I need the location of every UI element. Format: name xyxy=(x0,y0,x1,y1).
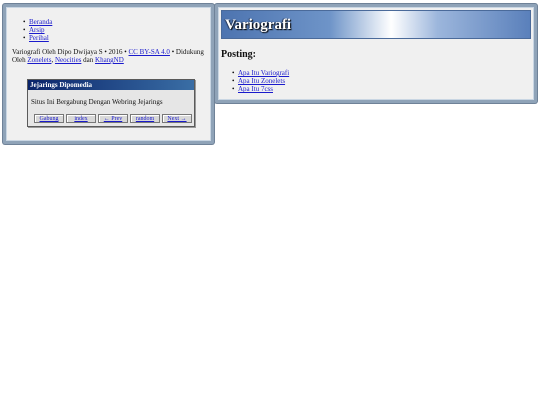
footer-prefix: Variografi Oleh Dipo Dwijaya S • 2016 • xyxy=(12,48,129,56)
webring-box: Jejarings Dipomedia Situs Ini Bergabung … xyxy=(27,79,195,127)
license-link[interactable]: CC BY-SA 4.0 xyxy=(129,48,170,56)
footer-credits: Variografi Oleh Dipo Dwijaya S • 2016 • … xyxy=(12,48,210,64)
page-title: Variografi xyxy=(225,17,292,33)
section-heading: Posting: xyxy=(221,49,256,60)
webring-prev-button[interactable]: ← Prev xyxy=(98,114,128,123)
nav-list: Beranda Arsip Perihal xyxy=(23,18,52,42)
title-banner: Variografi xyxy=(221,10,531,39)
nav-item-beranda: Beranda xyxy=(23,18,52,26)
khangnd-link[interactable]: KhangND xyxy=(95,56,124,64)
main-window: Variografi Posting: Apa Itu Variografi A… xyxy=(215,4,537,103)
webring-index-button[interactable]: index xyxy=(66,114,96,123)
nav-link-perihal[interactable]: Perihal xyxy=(29,34,49,42)
webring-index-link[interactable]: index xyxy=(74,116,87,122)
webring-next-button[interactable]: Next → xyxy=(162,114,192,123)
webring-title: Jejarings Dipomedia xyxy=(28,80,194,90)
webring-random-button[interactable]: random xyxy=(130,114,160,123)
sidebar-window: Beranda Arsip Perihal Variografi Oleh Di… xyxy=(3,4,214,144)
post-link-zonelets[interactable]: Apa Itu Zonelets xyxy=(238,77,285,85)
nav-link-arsip[interactable]: Arsip xyxy=(29,26,45,34)
post-link-variografi[interactable]: Apa Itu Variografi xyxy=(238,69,289,77)
nav-item-perihal: Perihal xyxy=(23,34,52,42)
post-link-7css[interactable]: Apa Itu 7css xyxy=(238,85,273,93)
post-item: Apa Itu 7css xyxy=(232,85,289,93)
nav-item-arsip: Arsip xyxy=(23,26,52,34)
webring-prev-link[interactable]: ← Prev xyxy=(104,116,123,122)
neocities-link[interactable]: Neocities xyxy=(55,56,81,64)
post-item: Apa Itu Zonelets xyxy=(232,77,289,85)
webring-gabung-button[interactable]: Gabung xyxy=(34,114,64,123)
webring-description: Situs Ini Bergabung Dengan Webring Jejar… xyxy=(31,98,163,106)
webring-links: Gabung index ← Prev random Next → xyxy=(34,114,192,123)
webring-next-link[interactable]: Next → xyxy=(167,116,186,122)
post-list: Apa Itu Variografi Apa Itu Zonelets Apa … xyxy=(232,69,289,93)
nav-link-beranda[interactable]: Beranda xyxy=(29,18,52,26)
webring-random-link[interactable]: random xyxy=(136,116,154,122)
footer-sep2: dan xyxy=(81,56,96,64)
post-item: Apa Itu Variografi xyxy=(232,69,289,77)
zonelets-link[interactable]: Zonelets xyxy=(27,56,51,64)
webring-gabung-link[interactable]: Gabung xyxy=(40,116,59,122)
